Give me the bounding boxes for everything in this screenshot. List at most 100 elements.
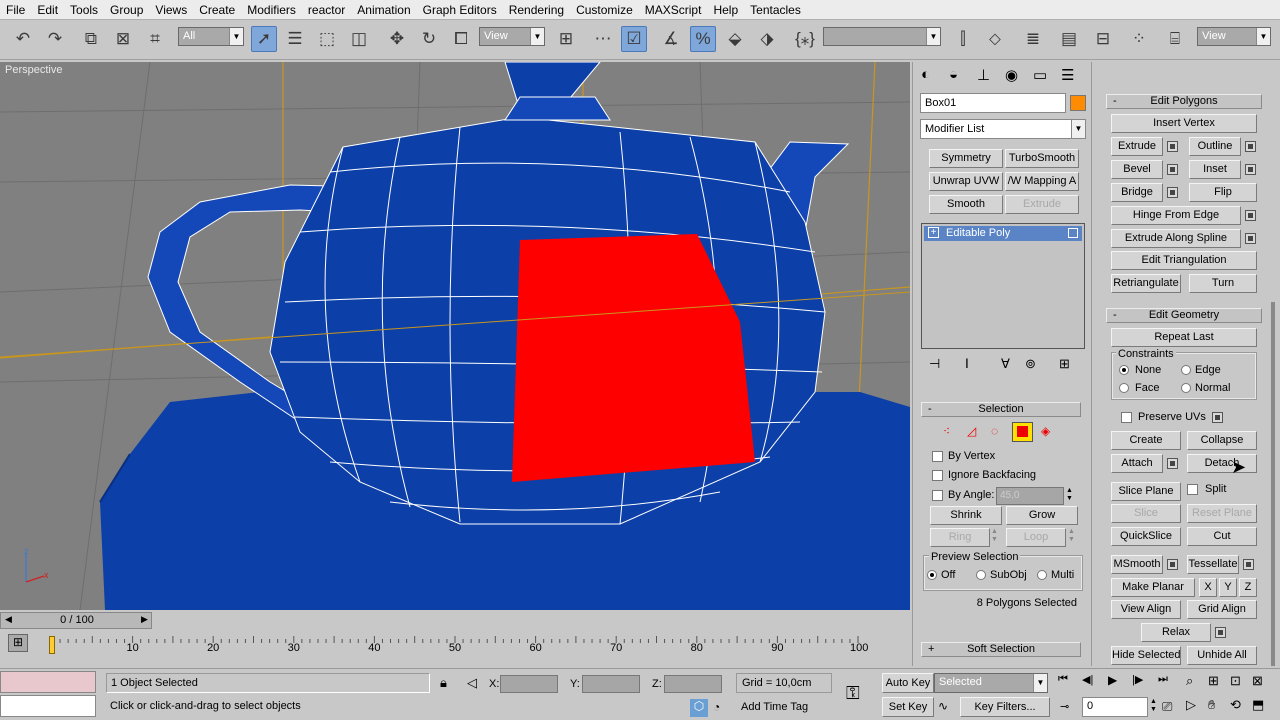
attach-button[interactable]: Attach — [1111, 454, 1163, 473]
polygon-mode-icon[interactable] — [1012, 422, 1033, 442]
edit-geometry-rollout-header[interactable]: - Edit Geometry — [1106, 308, 1262, 323]
render-view-dropdown[interactable]: View ▼ — [1197, 27, 1271, 46]
extrude-settings-icon[interactable] — [1167, 141, 1178, 152]
menu-item-tools[interactable]: Tools — [64, 0, 104, 20]
zoom-icon[interactable]: ⌕ — [1186, 673, 1193, 689]
grid-align-button[interactable]: Grid Align — [1187, 600, 1257, 619]
scale-icon[interactable]: ⧠ — [448, 26, 474, 52]
border-mode-icon[interactable]: ◌ — [991, 424, 998, 438]
menu-item-reactor[interactable]: reactor — [302, 0, 351, 20]
time-configuration-icon[interactable]: ⎚ — [1162, 699, 1172, 715]
by-angle-checkbox[interactable] — [932, 490, 943, 501]
maxscript-listener-pink[interactable] — [0, 671, 96, 693]
by-vertex-checkbox[interactable] — [932, 451, 943, 462]
extrude-spline-settings-icon[interactable] — [1245, 233, 1256, 244]
make-planar-y-button[interactable]: Y — [1219, 578, 1237, 597]
slice-plane-button[interactable]: Slice Plane — [1111, 482, 1181, 501]
move-icon[interactable]: ✥ — [384, 26, 410, 52]
stack-item-editable-poly[interactable]: + Editable Poly — [924, 226, 1082, 241]
mini-curve-editor-icon[interactable]: ⊞ — [8, 634, 28, 652]
menu-item-create[interactable]: Create — [193, 0, 241, 20]
menu-item-file[interactable]: File — [0, 0, 31, 20]
inset-settings-icon[interactable] — [1245, 164, 1256, 175]
object-name-field[interactable]: Box01 — [920, 93, 1066, 113]
percent-snap-icon[interactable]: % — [690, 26, 716, 52]
panel-scrollbar[interactable] — [1271, 302, 1275, 666]
attach-settings-icon[interactable] — [1167, 458, 1178, 469]
edit-polygons-rollout-header[interactable]: - Edit Polygons — [1106, 94, 1262, 109]
menu-item-maxscript[interactable]: MAXScript — [639, 0, 708, 20]
spinner-snap-icon[interactable]: ⬙ — [722, 26, 748, 52]
render-setup-icon[interactable]: ⌸ — [1162, 26, 1188, 52]
default-in-out-tangents-icon[interactable]: ∿ — [938, 699, 948, 713]
keyboard-shortcut-icon[interactable]: ⋯ — [590, 26, 616, 52]
bevel-settings-icon[interactable] — [1167, 164, 1178, 175]
edit-triangulation-button[interactable]: Edit Triangulation — [1111, 251, 1257, 270]
menu-item-views[interactable]: Views — [149, 0, 193, 20]
menu-item-modifiers[interactable]: Modifiers — [241, 0, 302, 20]
preserve-uvs-settings-icon[interactable] — [1212, 412, 1223, 423]
menu-item-rendering[interactable]: Rendering — [503, 0, 570, 20]
element-mode-icon[interactable]: ◈ — [1041, 424, 1050, 438]
constraint-none-radio[interactable] — [1119, 365, 1129, 375]
select-by-name-icon[interactable]: ☰ — [282, 26, 308, 52]
bridge-settings-icon[interactable] — [1167, 187, 1178, 198]
link-icon[interactable]: ⧉ — [78, 26, 104, 52]
bevel-button[interactable]: Bevel — [1111, 160, 1163, 179]
rotate-icon[interactable]: ↻ — [416, 26, 442, 52]
msmooth-settings-icon[interactable] — [1167, 559, 1178, 570]
menu-item-group[interactable]: Group — [104, 0, 149, 20]
selection-rollout-header[interactable]: - Selection — [921, 402, 1081, 417]
ignore-backfacing-checkbox[interactable] — [932, 470, 943, 481]
angle-spinner[interactable]: 45,0 — [996, 487, 1064, 505]
remove-modifier-icon[interactable]: ⊚ — [1025, 356, 1036, 372]
isolate-icon[interactable]: ⬡ — [690, 699, 708, 717]
modifier-button-unwrap-uvw[interactable]: Unwrap UVW — [929, 172, 1003, 191]
modifier-button-turbosmooth[interactable]: TurboSmooth — [1005, 149, 1079, 168]
zoom-all-icon[interactable]: ⊞ — [1208, 673, 1219, 689]
angle-snap-icon[interactable]: ∡ — [658, 26, 684, 52]
key-filters-button[interactable]: Key Filters... — [960, 697, 1050, 717]
schematic-view-icon[interactable]: ⊟ — [1090, 26, 1116, 52]
retriangulate-button[interactable]: Retriangulate — [1111, 274, 1181, 293]
make-planar-x-button[interactable]: X — [1199, 578, 1217, 597]
menu-item-graph-editors[interactable]: Graph Editors — [417, 0, 503, 20]
edge-mode-icon[interactable]: ◿ — [967, 424, 976, 438]
outline-button[interactable]: Outline — [1189, 137, 1241, 156]
go-to-end-icon[interactable]: ⏭ — [1158, 673, 1168, 686]
time-slider[interactable]: ◀ 0 / 100 ▶ — [0, 612, 152, 629]
selection-filter-dropdown[interactable]: All ▼ — [178, 27, 244, 46]
named-selection-dropdown[interactable]: ▼ — [823, 27, 941, 46]
selection-region-icon[interactable]: ⬚ — [314, 26, 340, 52]
absolute-mode-icon[interactable]: ◁ — [467, 675, 477, 691]
hide-selected-button[interactable]: Hide Selected — [1111, 646, 1181, 665]
go-to-start-icon[interactable]: ⏮ — [1058, 673, 1068, 686]
add-time-tag-button[interactable]: Add Time Tag — [736, 699, 836, 717]
configure-modifier-sets-icon[interactable]: ⊞ — [1059, 356, 1070, 372]
key-mode-icon[interactable]: ⊸ — [1060, 700, 1069, 713]
hinge-button[interactable]: Hinge From Edge — [1111, 206, 1241, 225]
create-tab-icon[interactable]: ◐ — [921, 66, 930, 83]
auto-key-button[interactable]: Auto Key — [882, 673, 934, 693]
hinge-settings-icon[interactable] — [1245, 210, 1256, 221]
frame-spinner-icon[interactable]: ▲ ▼ — [1150, 698, 1157, 714]
y-coord-field[interactable] — [582, 675, 640, 693]
select-object-icon[interactable]: ➚ — [251, 26, 277, 52]
undo-icon[interactable]: ↶ — [10, 26, 36, 52]
grow-button[interactable]: Grow — [1006, 506, 1078, 525]
modify-tab-icon[interactable]: ◒ — [949, 66, 958, 83]
x-coord-field[interactable] — [500, 675, 558, 693]
expand-icon[interactable]: + — [928, 227, 939, 238]
menu-item-customize[interactable]: Customize — [570, 0, 639, 20]
collapse-button[interactable]: Collapse — [1187, 431, 1257, 450]
motion-tab-icon[interactable]: ◉ — [1005, 66, 1018, 84]
previous-frame-icon[interactable]: ◀| — [1082, 673, 1093, 686]
object-color-swatch[interactable] — [1070, 95, 1086, 111]
curve-editor-icon[interactable]: ▤ — [1056, 26, 1082, 52]
pivot-center-icon[interactable]: ⊞ — [553, 26, 579, 52]
zoom-extents-all-icon[interactable]: ⊠ — [1252, 673, 1263, 689]
modifier-button-extrude[interactable]: Extrude — [1005, 195, 1079, 214]
unlink-icon[interactable]: ⊠ — [110, 26, 136, 52]
constraint-normal-radio[interactable] — [1181, 383, 1191, 393]
set-key-button[interactable]: Set Key — [882, 697, 934, 717]
